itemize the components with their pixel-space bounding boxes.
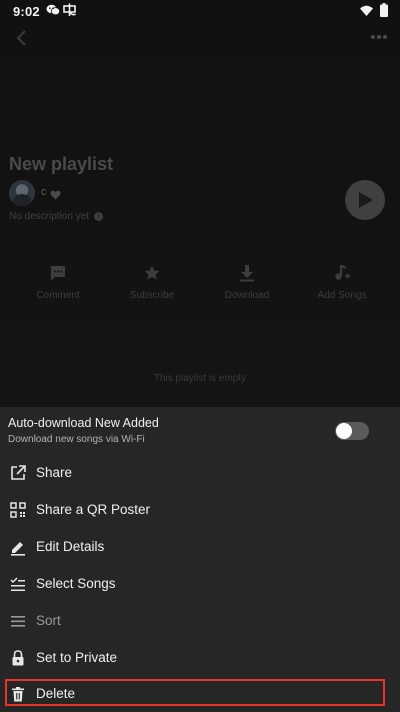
app-notification-icon <box>63 3 76 20</box>
select-list-icon <box>9 575 27 593</box>
toggle-knob <box>336 423 352 439</box>
play-icon <box>359 192 373 208</box>
back-button[interactable] <box>10 26 34 50</box>
wechat-icon <box>46 4 61 19</box>
delete-highlight-box <box>5 679 385 706</box>
playlist-title: New playlist <box>9 154 114 174</box>
battery-icon <box>380 3 388 20</box>
auto-download-subtitle: Download new songs via Wi-Fi <box>8 434 145 445</box>
menu-label: Share a QR Poster <box>36 502 151 517</box>
subscribe-label: Subscribe <box>129 290 175 301</box>
auto-download-toggle[interactable] <box>335 422 369 440</box>
avatar[interactable] <box>9 180 35 206</box>
bottom-sheet: Auto-download New Added Download new son… <box>0 407 400 712</box>
menu-label: Select Songs <box>36 576 116 591</box>
playlist-description[interactable]: No description yet i <box>9 211 103 222</box>
more-dots-icon <box>371 35 387 39</box>
sort-icon <box>9 612 27 630</box>
heart-icon <box>50 187 61 200</box>
qr-code-icon <box>9 501 27 519</box>
lock-icon <box>9 649 27 667</box>
chevron-left-icon <box>16 30 26 46</box>
menu-item-share-qr-poster[interactable]: Share a QR Poster <box>0 492 400 528</box>
download-icon <box>197 262 297 284</box>
edit-icon <box>9 538 27 556</box>
screen: 9:02 New playlist c No description yet i… <box>0 0 400 712</box>
menu-item-select-songs[interactable]: Select Songs <box>0 566 400 602</box>
user-name[interactable]: c <box>41 186 47 198</box>
menu-item-edit-details[interactable]: Edit Details <box>0 529 400 565</box>
comment-label: Comment <box>36 290 80 301</box>
info-icon: i <box>93 211 103 221</box>
download-action[interactable]: Download <box>197 262 297 301</box>
auto-download-title: Auto-download New Added <box>8 416 159 430</box>
menu-label: Set to Private <box>36 650 118 665</box>
action-bar: Comment Subscribe Download Add Songs <box>0 262 400 312</box>
menu-item-sort[interactable]: Sort <box>0 603 400 639</box>
share-icon <box>9 464 27 482</box>
subscribe-action[interactable]: Subscribe <box>102 262 202 301</box>
add-songs-label: Add Songs <box>317 290 367 301</box>
status-time: 9:02 <box>13 4 40 19</box>
download-label: Download <box>224 290 270 301</box>
play-button[interactable] <box>345 180 385 220</box>
auto-download-row[interactable]: Auto-download New Added Download new son… <box>0 407 400 455</box>
comment-action[interactable]: Comment <box>8 262 108 301</box>
add-music-icon <box>292 262 392 284</box>
star-icon <box>102 262 202 284</box>
menu-label: Sort <box>36 613 61 628</box>
comment-icon <box>8 262 108 284</box>
empty-message: This playlist is empty <box>153 373 247 384</box>
description-text: No description yet <box>9 211 90 222</box>
menu-label: Share <box>36 465 73 480</box>
status-bar: 9:02 <box>0 0 400 24</box>
add-songs-action[interactable]: Add Songs <box>292 262 392 301</box>
menu-label: Edit Details <box>36 539 105 554</box>
wifi-icon <box>360 4 373 19</box>
menu-item-share[interactable]: Share <box>0 455 400 491</box>
more-button[interactable] <box>368 30 390 44</box>
menu-item-set-to-private[interactable]: Set to Private <box>0 640 400 676</box>
